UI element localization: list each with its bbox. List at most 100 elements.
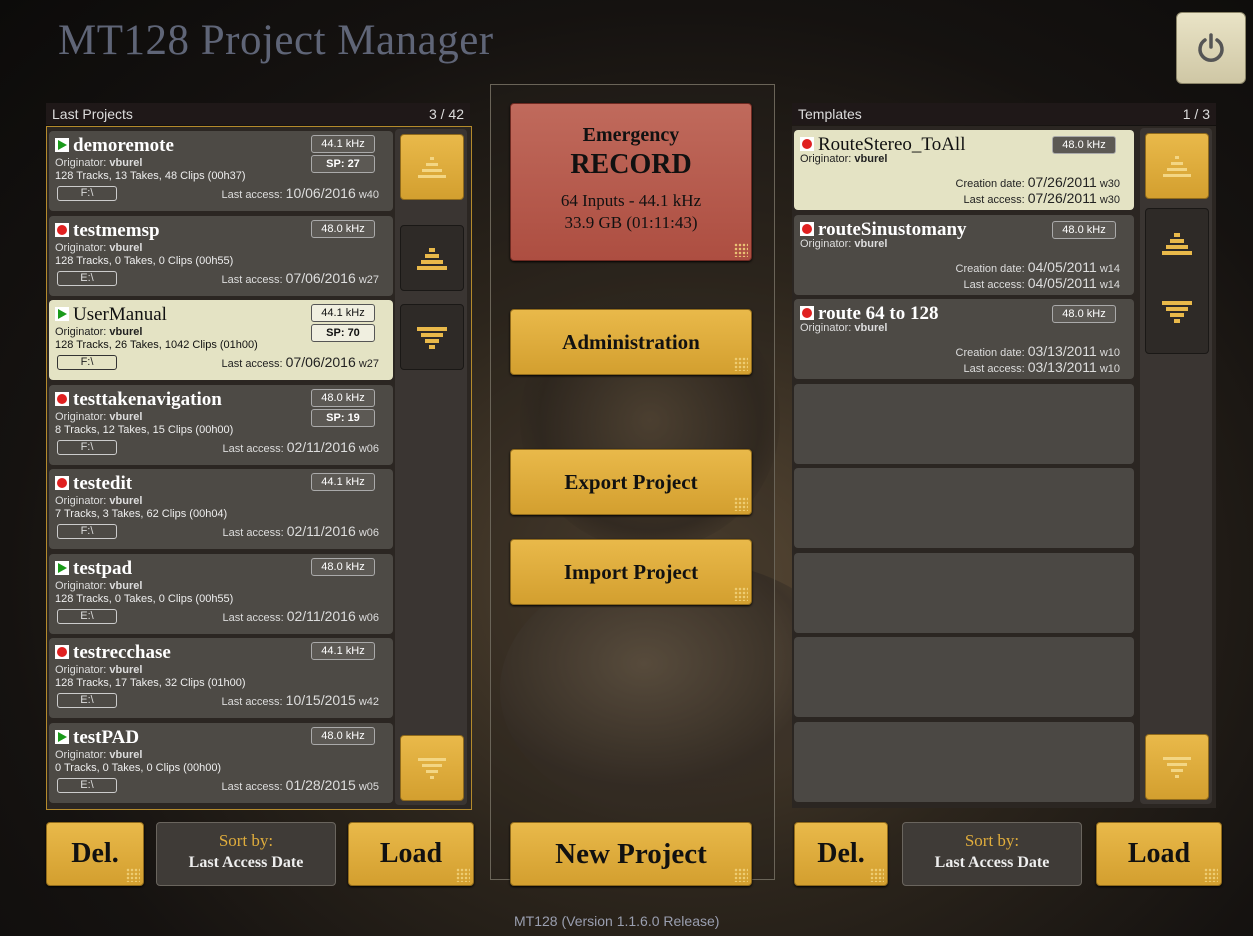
import-project-button[interactable]: Import Project bbox=[510, 539, 752, 605]
originator-name: vburel bbox=[109, 495, 143, 507]
sample-rate-badge: 44.1 kHz bbox=[311, 135, 375, 153]
project-row[interactable]: testtakenavigation Originator: vburel 8 Tr… bbox=[49, 384, 393, 465]
originator-name: vburel bbox=[854, 153, 888, 165]
access-label: Last access: bbox=[963, 363, 1025, 375]
page-up-button[interactable] bbox=[1145, 133, 1209, 199]
project-name: demoremote bbox=[55, 135, 174, 157]
drive-label: F:\ bbox=[57, 186, 117, 201]
project-list[interactable]: demoremote Originator: vburel 128 Tracks, … bbox=[46, 126, 472, 810]
access-week: w14 bbox=[1099, 278, 1120, 291]
creation-week: w14 bbox=[1099, 262, 1120, 275]
access-label: Last access: bbox=[963, 194, 1025, 206]
drive-label: E:\ bbox=[57, 693, 117, 708]
button-grip bbox=[126, 868, 140, 882]
template-row[interactable]: routeSinustomany Originator: vburel 48.0 k… bbox=[794, 214, 1134, 295]
sample-rate-badge: 48.0 kHz bbox=[1052, 305, 1116, 323]
project-row[interactable]: testmemsp Originator: vburel 128 Tracks, 0… bbox=[49, 215, 393, 296]
project-row[interactable]: testrecchase Originator: vburel 128 Tracks… bbox=[49, 638, 393, 718]
export-project-button[interactable]: Export Project bbox=[510, 449, 752, 515]
originator: Originator: vburel bbox=[55, 664, 142, 676]
originator: Originator: vburel bbox=[55, 411, 142, 423]
sort-value: Last Access Date bbox=[188, 854, 304, 871]
sample-rate-badge: 44.1 kHz bbox=[311, 473, 375, 491]
sort-label: Sort by: bbox=[218, 831, 274, 850]
originator-name: vburel bbox=[109, 748, 143, 761]
project-row[interactable]: testPAD Originator: vburel 0 Tracks, 0 Tak… bbox=[49, 722, 393, 803]
power-button[interactable] bbox=[1176, 12, 1246, 84]
list-scrollbar[interactable] bbox=[395, 129, 467, 805]
app-title: MT128 Project Manager bbox=[58, 17, 494, 64]
delete-template-button[interactable]: Del. bbox=[794, 822, 888, 886]
delete-project-button[interactable]: Del. bbox=[46, 822, 144, 886]
originator: Originator: vburel bbox=[55, 749, 142, 761]
import-label: Import Project bbox=[563, 560, 699, 584]
emergency-title: Emergency bbox=[582, 124, 680, 146]
project-stats: 128 Tracks, 0 Takes, 0 Clips (00h55) bbox=[55, 254, 234, 267]
page-up-button[interactable] bbox=[400, 134, 464, 200]
originator-name: vburel bbox=[109, 326, 143, 338]
scroll-buttons[interactable] bbox=[1145, 208, 1209, 354]
load-project-button[interactable]: Load bbox=[348, 822, 474, 886]
access-label: Last access: bbox=[222, 442, 284, 455]
emergency-space: 33.9 GB (01:11:43) bbox=[564, 213, 698, 232]
project-name: testedit bbox=[55, 473, 132, 495]
access-week: w05 bbox=[358, 780, 379, 793]
button-grip bbox=[734, 497, 748, 511]
project-row[interactable]: demoremote Originator: vburel 128 Tracks, … bbox=[49, 131, 393, 211]
drive-label: E:\ bbox=[57, 608, 117, 624]
administration-label: Administration bbox=[562, 330, 700, 354]
originator-name: vburel bbox=[109, 241, 143, 254]
project-row[interactable]: UserManual Originator: vburel 128 Tracks, … bbox=[49, 300, 393, 380]
template-row[interactable]: route 64 to 128 Originator: vburel 48.0 kH… bbox=[794, 299, 1134, 379]
access-label: Last access: bbox=[221, 780, 283, 793]
new-project-button[interactable]: New Project bbox=[510, 822, 752, 886]
originator: Originator: vburel bbox=[800, 238, 887, 250]
originator-label: Originator: bbox=[55, 157, 107, 169]
template-list[interactable]: RouteStereo_ToAll Originator: vburel 48.0 … bbox=[792, 126, 1216, 808]
project-name: testrecchase bbox=[55, 642, 171, 664]
load-template-button[interactable]: Load bbox=[1096, 822, 1222, 886]
scroll-up-button[interactable] bbox=[400, 225, 464, 291]
access-week: w42 bbox=[358, 696, 379, 708]
project-name: testtakenavigation bbox=[55, 389, 222, 411]
project-name-text: testmemsp bbox=[73, 219, 160, 241]
project-name: testmemsp bbox=[55, 220, 160, 242]
project-name: testpad bbox=[55, 558, 132, 580]
project-row[interactable]: testedit Originator: vburel 7 Tracks, 3 Ta… bbox=[49, 469, 393, 549]
access-week: w06 bbox=[358, 611, 379, 624]
creation-date: Creation date: 03/13/2011 w10 bbox=[956, 343, 1120, 359]
button-grip bbox=[456, 868, 470, 882]
emergency-record-label: RECORD bbox=[570, 149, 692, 180]
sort-by-button[interactable]: Sort by: Last Access Date bbox=[156, 822, 336, 886]
delete-label: Del. bbox=[817, 838, 865, 869]
last-access: Last access: 10/06/2016 w40 bbox=[221, 185, 379, 201]
template-row[interactable]: RouteStereo_ToAll Originator: vburel 48.0 … bbox=[794, 130, 1134, 210]
sort-value: Last Access Date bbox=[934, 854, 1050, 871]
project-stats: 128 Tracks, 0 Takes, 0 Clips (00h55) bbox=[55, 592, 234, 605]
access-label: Last access: bbox=[221, 189, 283, 201]
sample-rate-badge: 44.1 kHz bbox=[311, 642, 375, 660]
page-counter: 1 / 3 bbox=[1182, 106, 1210, 122]
panel-title: Templates bbox=[798, 106, 862, 122]
project-row[interactable]: testpad Originator: vburel 128 Tracks, 0 T… bbox=[49, 553, 393, 634]
sort-by-button[interactable]: Sort by: Last Access Date bbox=[902, 822, 1082, 886]
page-down-button[interactable] bbox=[1145, 734, 1209, 800]
list-scrollbar[interactable] bbox=[1140, 128, 1212, 804]
emergency-record-button[interactable]: Emergency RECORD 64 Inputs - 44.1 kHz 33… bbox=[510, 103, 752, 261]
originator-name: vburel bbox=[109, 410, 143, 423]
play-icon bbox=[55, 560, 69, 575]
page-down-button[interactable] bbox=[400, 735, 464, 801]
access-date: 02/11/2016 bbox=[286, 607, 356, 624]
project-name-text: demoremote bbox=[73, 135, 174, 156]
access-week: w30 bbox=[1099, 194, 1120, 206]
creation-week: w10 bbox=[1099, 347, 1120, 359]
scroll-down-button[interactable] bbox=[400, 304, 464, 370]
record-icon bbox=[55, 645, 69, 659]
access-week: w40 bbox=[358, 189, 379, 201]
page-down-icon bbox=[418, 758, 446, 779]
button-grip bbox=[870, 868, 884, 882]
administration-button[interactable]: Administration bbox=[510, 309, 752, 375]
creation-date-value: 07/26/2011 bbox=[1027, 174, 1097, 190]
record-icon bbox=[800, 221, 814, 236]
arrow-up-icon bbox=[417, 248, 447, 270]
